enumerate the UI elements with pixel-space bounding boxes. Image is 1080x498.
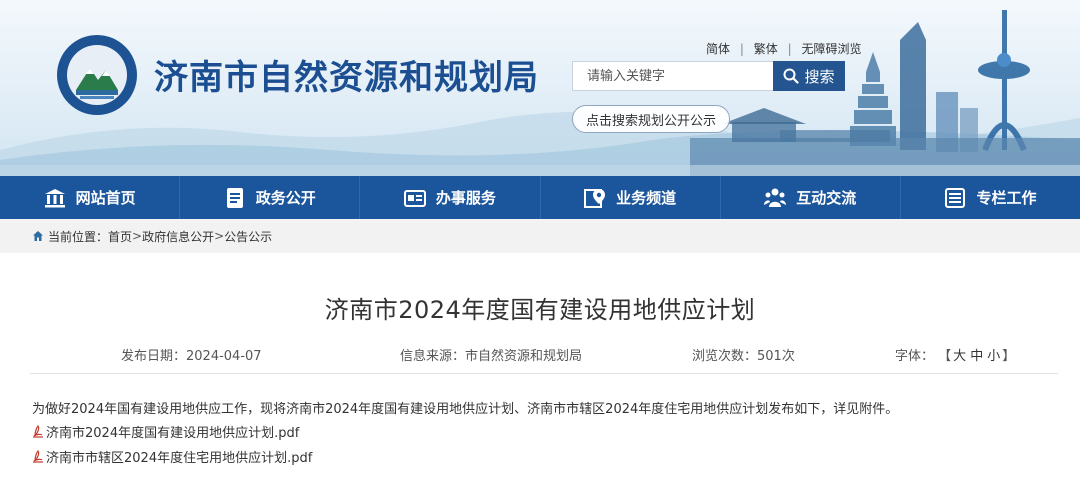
view-count-value: 501次	[757, 349, 795, 364]
traditional-chinese-link[interactable]: 繁体	[754, 42, 778, 56]
info-source-label: 信息来源：	[400, 349, 466, 364]
attachment-link[interactable]: 济南市市辖区2024年度住宅用地供应计划.pdf	[32, 447, 312, 466]
link-separator: |	[739, 42, 744, 56]
publish-date-label: 发布日期：	[121, 349, 187, 364]
font-size-label: 字体：	[895, 349, 935, 364]
nav-label: 互动交流	[796, 189, 857, 207]
info-source: 信息来源：市自然资源和规划局	[400, 345, 582, 364]
search-button-label: 搜索	[804, 67, 835, 86]
nav-label: 业务频道	[616, 189, 677, 207]
breadcrumb-prefix: 当前位置：	[48, 229, 109, 244]
nav-item-government-affairs[interactable]: 政务公开	[180, 176, 361, 219]
nav-label: 政务公开	[255, 189, 316, 207]
nav-item-special-column[interactable]: 专栏工作	[901, 176, 1080, 219]
site-title: 济南市自然资源和规划局	[154, 58, 539, 98]
nav-item-home[interactable]: 网站首页	[0, 176, 181, 219]
font-size-large[interactable]: 大	[953, 349, 966, 364]
simplified-chinese-link[interactable]: 简体	[706, 42, 730, 56]
document-icon	[226, 187, 243, 208]
search-button[interactable]: 搜索	[773, 61, 845, 91]
pdf-icon	[33, 449, 43, 463]
pdf-icon	[33, 424, 43, 438]
main-nav: 网站首页 政务公开 办事服务 业务频道 互动交流 专栏工作	[0, 176, 1080, 219]
meta-divider	[30, 373, 1058, 374]
nav-item-business-channel[interactable]: 业务频道	[541, 176, 721, 219]
map-pin-icon	[584, 188, 606, 208]
breadcrumb-announcements[interactable]: 公告公示	[224, 228, 272, 245]
building-icon	[44, 188, 65, 207]
view-count: 浏览次数：501次	[692, 345, 795, 364]
info-source-value: 市自然资源和规划局	[465, 349, 583, 364]
panel-icon	[945, 187, 966, 208]
home-icon	[33, 231, 43, 241]
breadcrumb-separator: >	[132, 229, 143, 243]
attachment-link[interactable]: 济南市2024年度国有建设用地供应计划.pdf	[32, 422, 299, 441]
font-size-selector: 字体： 【大中小】	[895, 345, 1015, 364]
nav-label: 专栏工作	[976, 189, 1037, 207]
site-header: 济南市自然资源和规划局 简体 | 繁体 | 无障碍浏览 搜索 点击搜索规划公开公…	[0, 0, 1080, 176]
search-input[interactable]	[572, 61, 774, 91]
publish-date: 发布日期：2024-04-07	[121, 345, 262, 364]
nav-label: 网站首页	[75, 189, 136, 207]
font-size-medium[interactable]: 中	[970, 349, 983, 364]
nav-item-interaction[interactable]: 互动交流	[721, 176, 901, 219]
font-bracket-close: 】	[1002, 349, 1016, 364]
attachment-name: 济南市2024年度国有建设用地供应计划.pdf	[46, 426, 300, 441]
article-body: 为做好2024年国有建设用地供应工作，现将济南市2024年度国有建设用地供应计划…	[32, 402, 899, 417]
breadcrumb-home[interactable]: 首页	[108, 228, 132, 245]
font-bracket-open: 【	[938, 349, 952, 364]
nav-label: 办事服务	[435, 189, 496, 207]
bureau-logo	[57, 35, 137, 115]
people-icon	[764, 188, 787, 207]
article-title: 济南市2024年度国有建设用地供应计划	[324, 296, 756, 324]
link-separator: |	[787, 42, 792, 56]
breadcrumb: 当前位置： 首页 > 政府信息公开 > 公告公示	[0, 219, 1080, 253]
search-plan-publicity-button[interactable]: 点击搜索规划公开公示	[572, 105, 730, 133]
id-card-icon	[403, 189, 426, 207]
accessibility-link[interactable]: 无障碍浏览	[801, 42, 861, 56]
view-count-label: 浏览次数：	[692, 349, 758, 364]
attachment-name: 济南市市辖区2024年度住宅用地供应计划.pdf	[46, 451, 313, 466]
publish-date-value: 2024-04-07	[186, 349, 262, 364]
breadcrumb-gov-info[interactable]: 政府信息公开	[142, 228, 214, 245]
font-size-small[interactable]: 小	[987, 349, 1000, 364]
nav-item-services[interactable]: 办事服务	[360, 176, 541, 219]
search-icon	[783, 68, 800, 84]
breadcrumb-separator: >	[214, 229, 225, 243]
language-links: 简体 | 繁体 | 无障碍浏览	[706, 40, 861, 57]
